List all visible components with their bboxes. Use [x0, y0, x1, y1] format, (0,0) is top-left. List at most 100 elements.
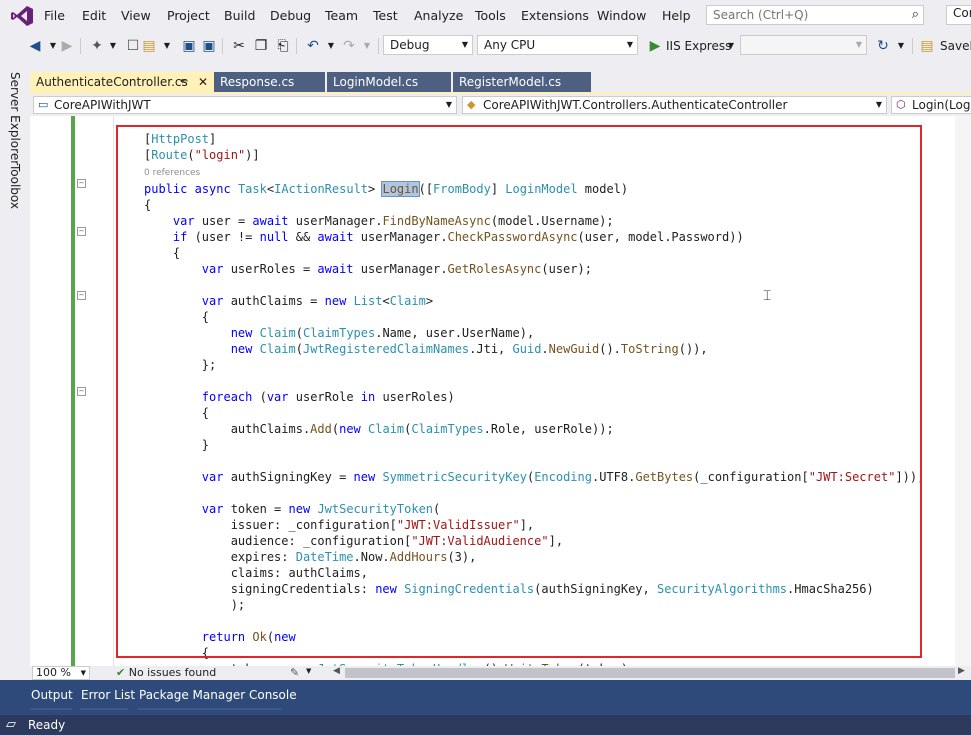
highlight-annotation-box: [116, 125, 922, 658]
change-tracking-bar: [71, 116, 75, 666]
tab-underline: [30, 708, 72, 710]
solution-configuration-value: Debug: [390, 38, 430, 52]
tab-label: Response.cs: [220, 75, 295, 89]
scroll-right-icon[interactable]: ▶: [958, 666, 965, 676]
save-layout-icon[interactable]: ▤: [918, 37, 936, 55]
menu-analyze[interactable]: Analyze: [414, 8, 463, 23]
gutter-divider: [113, 116, 114, 666]
toolbox-tab[interactable]: Toolbox: [8, 164, 22, 209]
zoom-dropdown[interactable]: 100 % ▼: [32, 666, 90, 680]
server-explorer-tab[interactable]: Server Explorer: [8, 72, 22, 165]
chevron-down-icon: ▼: [80, 669, 86, 677]
tab-underline: [80, 708, 128, 710]
menu-project[interactable]: Project: [167, 8, 210, 23]
tab-response[interactable]: Response.cs: [214, 72, 325, 92]
pin-icon[interactable]: ←: [180, 72, 188, 92]
menu-build[interactable]: Build: [224, 8, 255, 23]
fold-toggle-icon[interactable]: −: [77, 179, 86, 188]
project-icon: ▭: [38, 98, 49, 111]
tab-label: AuthenticateController.cs: [36, 75, 188, 89]
chevron-down-icon[interactable]: ▼: [306, 667, 311, 675]
class-icon: ◆: [467, 98, 476, 111]
text-cursor-icon: ⌶: [763, 288, 772, 304]
tab-label: LoginModel.cs: [333, 75, 419, 89]
menu-tools[interactable]: Tools: [475, 8, 506, 23]
project-value: CoreAPIWithJWT: [54, 98, 151, 112]
fold-toggle-icon[interactable]: −: [77, 227, 86, 236]
fold-toggle-icon[interactable]: −: [77, 291, 86, 300]
tab-error-list[interactable]: Error List: [81, 688, 135, 702]
zoom-value: 100 %: [36, 666, 71, 679]
forward-icon[interactable]: ▶: [58, 37, 76, 55]
cut-icon[interactable]: ✂: [230, 37, 248, 55]
menu-test[interactable]: Test: [373, 8, 398, 23]
search-icon: ⌕: [911, 7, 919, 22]
solution-configuration-dropdown[interactable]: Debug ▼: [383, 35, 473, 55]
issues-text: No issues found: [128, 666, 217, 679]
code-editor[interactable]: − − − − [HttpPost] [Route("login")] 0 re…: [30, 116, 971, 666]
undo-icon[interactable]: ↶: [304, 37, 322, 55]
menu-edit[interactable]: Edit: [82, 8, 106, 23]
search-input[interactable]: [707, 6, 903, 24]
copy-icon[interactable]: ❐: [252, 37, 270, 55]
toolbar-separator: [80, 38, 81, 54]
status-bar: ▱ Ready: [0, 715, 971, 735]
toolbar-separator: [296, 38, 297, 54]
save-icon[interactable]: ▣: [180, 37, 198, 55]
chevron-down-icon: ▼: [445, 100, 452, 109]
tab-label: RegisterModel.cs: [459, 75, 562, 89]
member-dropdown[interactable]: ⬡ Login(Login: [891, 96, 971, 114]
menu-help[interactable]: Help: [662, 8, 691, 23]
save-all-icon[interactable]: ▣: [200, 37, 218, 55]
open-dropdown-icon[interactable]: ▼: [158, 37, 176, 55]
scroll-left-icon[interactable]: ◀: [333, 666, 340, 676]
menu-team[interactable]: Team: [325, 8, 358, 23]
new-project-dropdown-icon[interactable]: ▼: [104, 37, 122, 55]
menu-file[interactable]: File: [44, 8, 65, 23]
tab-authenticate-controller[interactable]: AuthenticateController.cs ← ✕: [30, 72, 214, 92]
solution-platform-value: Any CPU: [484, 38, 536, 52]
toolbar: ◀ ▼ ▶ ✦ ▼ ☐ ▤ ▼ ▣ ▣ ✂ ❐ ⎗ ↶ ▼ ↷ ▼ Debug …: [0, 32, 971, 60]
tab-underline: [138, 708, 282, 710]
menu-view[interactable]: View: [121, 8, 151, 23]
status-text: Ready: [28, 718, 66, 732]
toolbar-separator: [378, 38, 379, 54]
tab-package-manager-console[interactable]: Package Manager Console: [139, 688, 297, 702]
menu-extensions[interactable]: Extensions: [521, 8, 589, 23]
chevron-down-icon: ▼: [461, 40, 468, 49]
menu-window[interactable]: Window: [597, 8, 646, 23]
tab-output[interactable]: Output: [31, 688, 73, 702]
tab-login-model[interactable]: LoginModel.cs: [327, 72, 451, 92]
redo-icon[interactable]: ↷: [340, 37, 358, 55]
close-icon[interactable]: ✕: [198, 72, 208, 92]
horizontal-scrollbar[interactable]: [345, 668, 955, 678]
toolbar-separator: [912, 38, 913, 54]
fold-toggle-icon[interactable]: −: [77, 387, 86, 396]
side-tool-bar: Server Explorer Toolbox: [0, 60, 30, 685]
toolbar-separator: [222, 38, 223, 54]
vertical-scrollbar[interactable]: [955, 116, 971, 666]
menu-debug[interactable]: Debug: [270, 8, 311, 23]
refresh-icon[interactable]: ↻: [874, 37, 892, 55]
tab-register-model[interactable]: RegisterModel.cs: [453, 72, 591, 92]
chevron-down-icon: ▼: [855, 40, 862, 49]
open-folder-icon[interactable]: ▤: [140, 37, 158, 55]
search-box[interactable]: ⌕: [706, 5, 924, 25]
back-icon[interactable]: ◀: [26, 37, 44, 55]
refresh-dropdown-icon[interactable]: ▼: [892, 37, 910, 55]
save-layout-label[interactable]: SaveE: [940, 39, 971, 53]
live-share-button[interactable]: Cor: [946, 5, 971, 25]
undo-dropdown-icon[interactable]: ▼: [322, 37, 340, 55]
solution-platform-dropdown[interactable]: Any CPU ▼: [477, 35, 638, 55]
paste-icon[interactable]: ⎗: [274, 37, 292, 55]
class-value: CoreAPIWithJWT.Controllers.AuthenticateC…: [483, 98, 788, 112]
issues-indicator[interactable]: ✔ No issues found: [116, 666, 216, 679]
start-debugging-icon[interactable]: ▶: [646, 37, 664, 55]
member-value: Login(Login: [912, 98, 971, 112]
project-dropdown[interactable]: ▭ CoreAPIWithJWT ▼: [33, 96, 457, 114]
brush-icon[interactable]: ✎: [290, 666, 299, 679]
class-dropdown[interactable]: ◆ CoreAPIWithJWT.Controllers.Authenticat…: [462, 96, 887, 114]
browser-target-dropdown[interactable]: ▼: [740, 35, 867, 55]
redo-dropdown-icon[interactable]: ▼: [358, 37, 376, 55]
run-target-dropdown-icon[interactable]: ▼: [722, 37, 740, 55]
